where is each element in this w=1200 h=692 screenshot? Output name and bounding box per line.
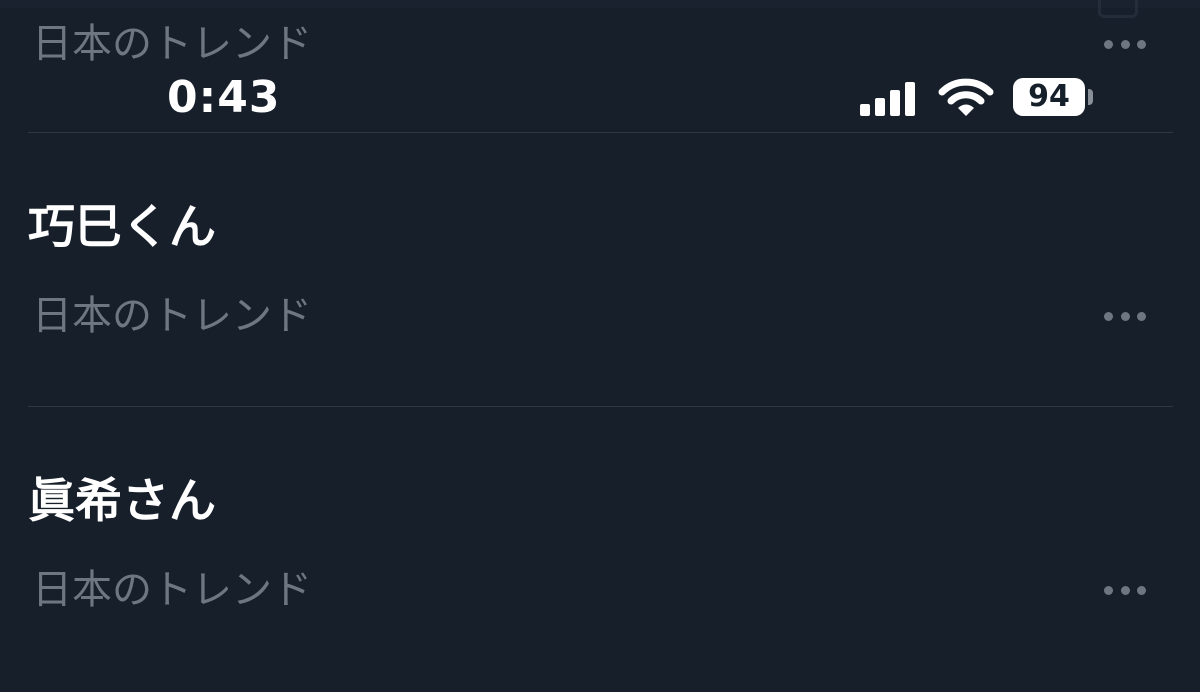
trend-subtitle: 日本のトレンド	[32, 21, 312, 67]
trends-screen: 日本のトレンド 0:43 94 巧巳くん 日本のトレンド 眞希さん 日本のトレン…	[0, 0, 1200, 692]
trend-subtitle: 日本のトレンド	[32, 567, 312, 613]
dot	[1120, 39, 1130, 49]
divider	[28, 132, 1173, 133]
dot	[1104, 39, 1113, 49]
battery-tip	[1088, 89, 1093, 105]
trend-subtitle: 日本のトレンド	[32, 293, 312, 339]
partial-icon	[1098, 0, 1138, 18]
divider	[28, 406, 1173, 407]
more-options-icon[interactable]	[1104, 38, 1146, 50]
dot	[1137, 585, 1146, 595]
dot	[1104, 585, 1113, 595]
dot	[1120, 585, 1130, 595]
wifi-icon	[938, 78, 994, 116]
top-edge	[0, 0, 1200, 8]
dot	[1104, 311, 1113, 321]
more-options-icon[interactable]	[1104, 310, 1146, 322]
status-time: 0:43	[167, 72, 281, 123]
more-options-icon[interactable]	[1104, 584, 1146, 596]
dot	[1120, 311, 1130, 321]
dot	[1137, 39, 1146, 49]
trend-title[interactable]: 眞希さん	[28, 474, 216, 530]
battery-icon: 94	[1013, 78, 1085, 116]
dot	[1137, 311, 1146, 321]
cellular-signal-icon	[860, 80, 920, 116]
trend-title[interactable]: 巧巳くん	[28, 200, 216, 256]
